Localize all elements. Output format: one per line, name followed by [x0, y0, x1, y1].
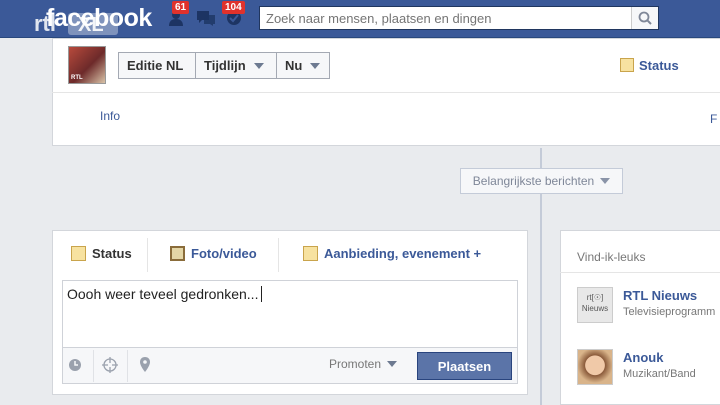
edition-label: Editie NL	[127, 58, 184, 73]
like-thumbnail-rtl[interactable]: rt[☉] Nieuws	[577, 287, 613, 323]
like-name[interactable]: Anouk	[623, 350, 663, 365]
tab-status-label: Status	[92, 246, 132, 261]
clock-icon[interactable]	[66, 356, 84, 374]
promote-label: Promoten	[329, 357, 382, 371]
like-category: Muzikant/Band	[623, 368, 696, 380]
chevron-down-icon	[310, 62, 321, 69]
friend-requests-badge: 61	[172, 1, 190, 14]
page-avatar[interactable]: RTL	[68, 46, 106, 84]
status-icon	[620, 58, 634, 72]
svg-text:XL: XL	[78, 14, 104, 36]
status-textarea[interactable]: Oooh weer teveel gedronken...	[62, 280, 518, 348]
offer-icon	[303, 246, 318, 261]
photo-icon	[170, 246, 185, 261]
crosshair-icon[interactable]	[101, 356, 119, 374]
notifications-badge: 104	[222, 1, 245, 14]
info-link[interactable]: Info	[100, 109, 120, 123]
search-box[interactable]	[259, 6, 659, 30]
tab-divider	[147, 238, 148, 272]
sort-dropdown[interactable]: Belangrijkste berichten	[460, 168, 623, 194]
tab-photo-video[interactable]: Foto/video	[170, 246, 257, 261]
like-thumbnail-anouk[interactable]	[577, 349, 613, 385]
now-label: Nu	[285, 58, 303, 73]
post-button[interactable]: Plaatsen	[417, 352, 512, 380]
svg-text:rtl: rtl	[34, 11, 56, 36]
avatar-label: RTL	[71, 75, 83, 81]
search-input[interactable]	[260, 7, 644, 29]
search-icon	[638, 11, 652, 25]
divider	[52, 92, 720, 93]
tab-divider	[278, 238, 279, 272]
tab-offer-event[interactable]: Aanbieding, evenement +	[303, 246, 481, 261]
edition-button[interactable]: Editie NL	[118, 52, 196, 79]
like-name[interactable]: RTL Nieuws	[623, 288, 697, 303]
footer-divider	[127, 350, 128, 382]
chevron-down-icon	[600, 178, 611, 184]
tab-offer-label: Aanbieding, evenement +	[324, 246, 482, 261]
text-cursor	[261, 286, 263, 302]
divider	[560, 272, 720, 273]
search-button[interactable]	[631, 7, 658, 29]
chevron-down-icon	[387, 361, 398, 367]
rtl-xl-watermark: rtl XL	[34, 11, 118, 36]
status-text: Oooh weer teveel gedronken...	[67, 286, 259, 302]
cutoff-link[interactable]: F	[710, 112, 717, 126]
footer-divider	[93, 350, 94, 382]
location-pin-icon[interactable]	[136, 356, 154, 374]
like-category: Televisieprogramm	[623, 306, 716, 318]
status-icon	[71, 246, 86, 261]
chevron-down-icon	[253, 62, 264, 69]
timeline-label: Tijdlijn	[204, 58, 246, 73]
now-dropdown[interactable]: Nu	[276, 52, 330, 79]
tab-status[interactable]: Status	[71, 246, 132, 261]
status-link-label: Status	[639, 58, 679, 73]
likes-title: Vind-ik-leuks	[577, 250, 646, 264]
messages-icon[interactable]	[196, 10, 216, 26]
status-link[interactable]: Status	[620, 58, 679, 73]
rtl-pic-text: rt[☉] Nieuws	[581, 293, 609, 313]
sort-label: Belangrijkste berichten	[472, 174, 595, 188]
timeline-dropdown[interactable]: Tijdlijn	[195, 52, 277, 79]
tab-photo-label: Foto/video	[191, 246, 257, 261]
promote-dropdown[interactable]: Promoten	[329, 357, 398, 371]
